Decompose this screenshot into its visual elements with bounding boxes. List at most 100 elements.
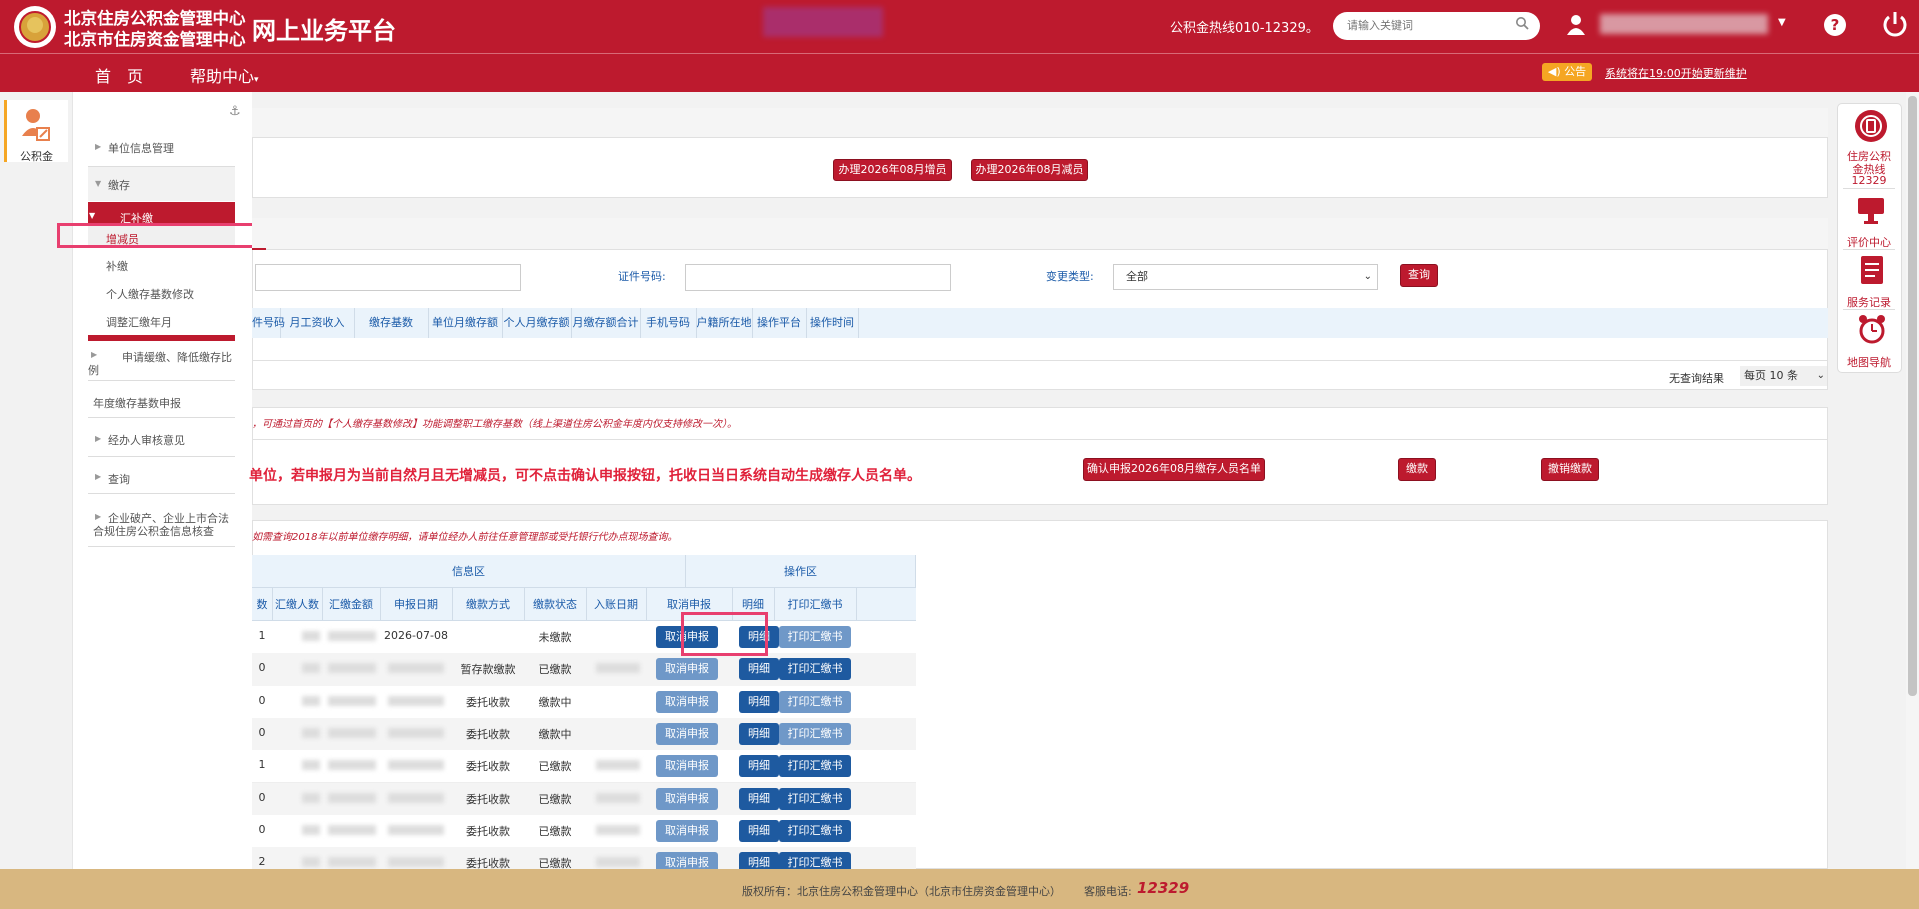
print-payment-slip-button[interactable]: 打印汇缴书 <box>779 787 851 810</box>
dock-map-label[interactable]: 地图导航 <box>1839 354 1899 370</box>
notice-link[interactable]: 系统将在19:00开始更新维护 <box>1605 65 1747 81</box>
table-col-header: 申报日期 <box>380 588 453 621</box>
username-redacted[interactable] <box>1600 14 1768 34</box>
caret-down-icon: ▾ <box>254 75 259 85</box>
caret-right-icon: ▶ <box>91 350 98 359</box>
declare-date <box>388 857 444 868</box>
redacted-people <box>302 760 320 771</box>
chevron-down-icon[interactable]: ▼ <box>1778 17 1786 28</box>
cancel-declaration-button[interactable]: 取消申报 <box>656 787 718 810</box>
sidebar-item-unit-info[interactable]: 单位信息管理 <box>108 140 174 156</box>
caret-right-icon: ▶ <box>95 142 102 151</box>
name-field[interactable] <box>255 264 521 291</box>
service-record-icon[interactable] <box>1858 254 1886 286</box>
logout-power-icon[interactable] <box>1880 9 1910 39</box>
nav-home[interactable]: 首 页 <box>95 63 143 87</box>
table-row: 1 委托收款 已缴款 取消申报 明细 打印汇缴书 <box>252 750 916 784</box>
query-button[interactable]: 查询 <box>1400 264 1438 287</box>
table-col-header: 打印汇缴书 <box>774 588 857 621</box>
pin-anchor-icon[interactable]: ⚓ <box>229 104 241 119</box>
redacted-amount <box>328 760 376 771</box>
scrollbar-thumb[interactable] <box>1908 96 1917 696</box>
id-number-field[interactable] <box>685 264 951 291</box>
row-count: 2 <box>258 855 266 869</box>
info-group-label: 信息区 <box>452 565 485 578</box>
table-col-header: 单位月缴存额 <box>428 308 503 338</box>
module-tab-label: 公积金 <box>20 150 53 163</box>
payment-method: 委托收款 <box>466 695 510 709</box>
sidebar-item-base-modify[interactable]: 个人缴存基数修改 <box>106 286 194 302</box>
table-row: 0 委托收款 缴款中 取消申报 明细 打印汇缴书 <box>252 717 916 752</box>
print-payment-slip-button[interactable]: 打印汇缴书 <box>779 722 851 745</box>
ops-group-header: 操作区 <box>686 555 916 588</box>
phone-icon[interactable] <box>1855 110 1887 142</box>
print-payment-slip-button[interactable]: 打印汇缴书 <box>779 690 851 713</box>
add-member-button[interactable]: 办理2026年08月增员 <box>833 159 952 181</box>
footer-phone-label: 客服电话: <box>1084 885 1132 898</box>
print-payment-slip-button[interactable]: 打印汇缴书 <box>779 819 851 842</box>
nav-help-center[interactable]: 帮助中心▾ <box>190 63 259 87</box>
redacted-people <box>302 727 320 738</box>
redacted-posting-date <box>596 663 640 674</box>
detail-button[interactable]: 明细 <box>739 755 779 778</box>
org-name-secondary: 北京市住房资金管理中心 <box>64 30 246 49</box>
table-col-header: 缴款方式 <box>452 588 525 621</box>
sidebar-item-adjust-month[interactable]: 调整汇缴年月 <box>106 314 172 330</box>
change-type-select[interactable]: 全部 ⌄ <box>1113 264 1378 290</box>
help-icon[interactable]: ? <box>1824 14 1846 36</box>
nav-help-label: 帮助中心 <box>190 67 255 86</box>
print-payment-slip-button[interactable]: 打印汇缴书 <box>779 626 851 648</box>
alarm-clock-icon[interactable] <box>1856 313 1888 345</box>
table-row: 0 委托收款 缴款中 取消申报 明细 打印汇缴书 <box>252 685 916 719</box>
sidebar-item-contribution[interactable]: 缴存 <box>108 177 130 193</box>
redacted-amount <box>328 824 376 835</box>
cancel-declaration-button[interactable]: 取消申报 <box>656 690 718 713</box>
submenu-header <box>88 202 235 223</box>
declare-date <box>388 760 444 771</box>
cancel-declaration-button[interactable]: 取消申报 <box>656 819 718 842</box>
cancel-declaration-button[interactable]: 取消申报 <box>656 852 718 869</box>
table-col-header: 缴存基数 <box>354 308 429 338</box>
cancel-declaration-button[interactable]: 取消申报 <box>656 722 718 745</box>
print-payment-slip-button[interactable]: 打印汇缴书 <box>779 658 851 681</box>
declare-date <box>388 792 444 803</box>
cancel-payment-button[interactable]: 撤销缴款 <box>1541 458 1599 481</box>
print-payment-slip-button[interactable]: 打印汇缴书 <box>779 755 851 778</box>
detail-button[interactable]: 明细 <box>739 722 779 745</box>
remove-member-button[interactable]: 办理2026年08月减员 <box>971 159 1088 181</box>
menu-divider <box>88 417 235 418</box>
detail-button[interactable]: 明细 <box>739 819 779 842</box>
dock-evaluation-label[interactable]: 评价中心 <box>1839 234 1899 250</box>
table-col-header: 数 <box>252 588 273 621</box>
sidebar-item-reduce-ratio[interactable]: 申请缓缴、降低缴存比 <box>122 349 232 365</box>
row-count: 0 <box>258 790 266 804</box>
table-col-header: 入账日期 <box>586 588 647 621</box>
table-row: 0 暂存款缴款 已缴款 取消申报 明细 打印汇缴书 <box>252 653 916 687</box>
payment-method: 委托收款 <box>466 824 510 838</box>
pay-button[interactable]: 缴款 <box>1398 458 1436 481</box>
cancel-declaration-button[interactable]: 取消申报 <box>656 658 718 681</box>
detail-button[interactable]: 明细 <box>739 852 779 869</box>
confirm-declaration-button[interactable]: 确认申报2026年08月缴存人员名单 <box>1083 458 1265 481</box>
user-icon[interactable] <box>1566 14 1586 36</box>
table-col-header: 户籍所在地 <box>696 308 753 338</box>
sidebar-item-agent-review[interactable]: 经办人审核意见 <box>108 432 185 448</box>
caret-down-icon: ▼ <box>89 211 96 220</box>
detail-button[interactable]: 明细 <box>739 787 779 810</box>
detail-button[interactable]: 明细 <box>739 658 779 681</box>
table-col-header: 操作平台 <box>752 308 807 338</box>
no-result-text: 无查询结果 <box>1669 372 1724 385</box>
payment-method: 委托收款 <box>466 857 510 869</box>
detail-button[interactable]: 明细 <box>739 690 779 713</box>
sidebar-item-supplement[interactable]: 补缴 <box>106 258 128 274</box>
sidebar-item-annual-base[interactable]: 年度缴存基数申报 <box>93 395 181 411</box>
search-icon[interactable] <box>1512 15 1532 35</box>
evaluation-icon[interactable] <box>1856 195 1886 225</box>
panel-header <box>252 218 1828 250</box>
cancel-declaration-button[interactable]: 取消申报 <box>656 755 718 778</box>
page-size-select[interactable]: 每页 10 条 ⌄ <box>1740 366 1827 386</box>
sidebar-item-query[interactable]: 查询 <box>108 471 130 487</box>
print-payment-slip-button[interactable]: 打印汇缴书 <box>779 852 851 869</box>
dock-service-record-label[interactable]: 服务记录 <box>1839 294 1899 310</box>
search-input[interactable] <box>1345 15 1510 37</box>
